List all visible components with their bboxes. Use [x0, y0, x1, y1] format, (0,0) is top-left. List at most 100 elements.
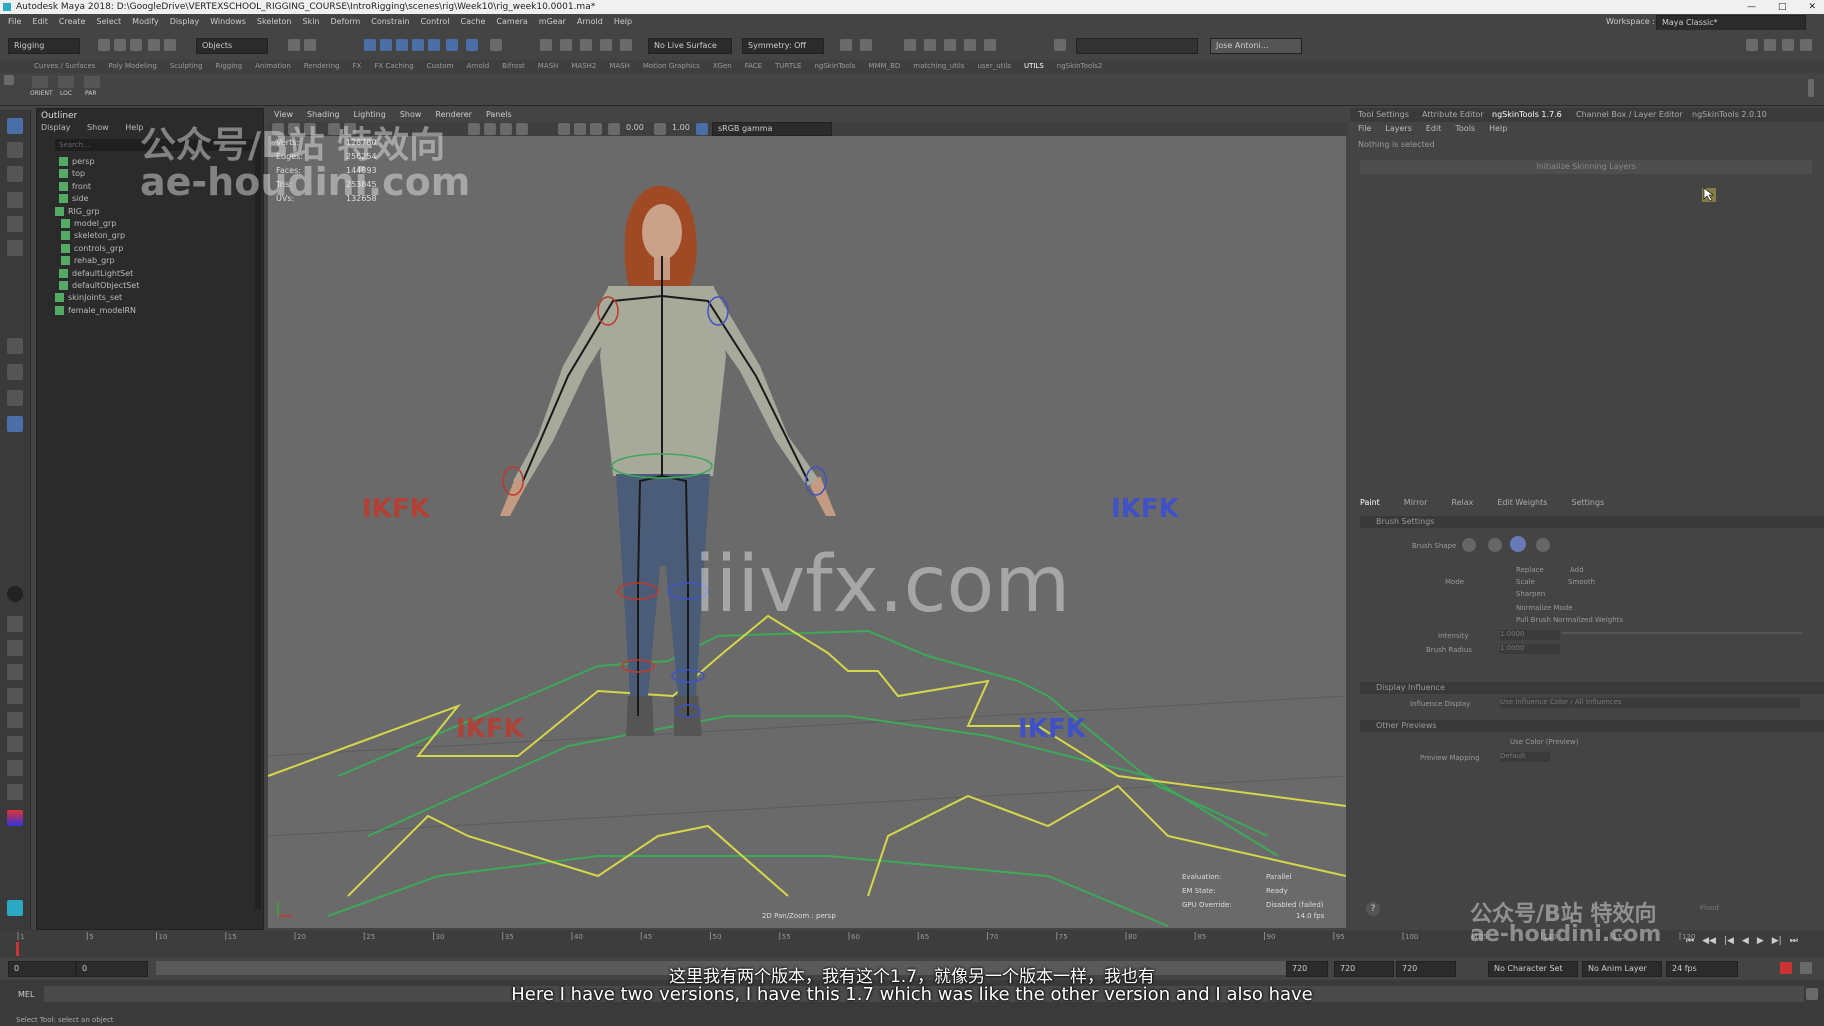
history-icon[interactable] [540, 39, 552, 51]
render-frame-icon[interactable] [560, 39, 572, 51]
snap-point-icon[interactable] [396, 39, 408, 51]
render-view-icon[interactable] [904, 39, 916, 51]
menu-select[interactable]: Select [96, 17, 121, 26]
mode-scale-radio[interactable]: Scale [1516, 578, 1535, 586]
menu-set-select[interactable]: Rigging [8, 38, 80, 54]
outliner-item[interactable]: RIG_grp [55, 205, 100, 218]
four-view-icon[interactable] [7, 364, 23, 380]
persp-outliner-icon[interactable] [7, 390, 23, 406]
intensity-slider[interactable] [1562, 632, 1802, 634]
paint-select-icon[interactable] [7, 166, 23, 182]
brush-radius-field[interactable]: 1.0000 [1500, 644, 1560, 654]
right-panel-tab[interactable]: ngSkinTools 1.7.6 [1492, 110, 1562, 119]
outliner-item[interactable]: model_grp [61, 217, 116, 230]
scale-tool-icon[interactable] [7, 240, 23, 256]
ikfk-label-right-arm[interactable]: IKFK [362, 494, 430, 524]
shelf-tab[interactable]: TURTLE [775, 62, 801, 70]
menu-modify[interactable]: Modify [132, 17, 159, 26]
render-batch-icon[interactable] [944, 39, 956, 51]
shelf-tool-8-icon[interactable] [7, 784, 23, 800]
shelf-scroll-icon[interactable] [1808, 79, 1814, 97]
redo-icon[interactable] [164, 39, 176, 51]
isolate-select-icon[interactable] [558, 123, 570, 135]
outliner-item[interactable]: female_modelRN [55, 304, 136, 317]
shelf-tab[interactable]: Rigging [216, 62, 243, 70]
shelf-tool-6-icon[interactable] [7, 736, 23, 752]
current-frame-marker[interactable] [16, 942, 19, 956]
mode-replace-radio[interactable]: Replace [1450, 566, 1544, 574]
color-palette-icon[interactable] [7, 810, 23, 826]
snap-surface-icon[interactable] [428, 39, 440, 51]
right-panel-tab[interactable]: Channel Box / Layer Editor [1576, 110, 1683, 119]
help-icon[interactable]: ? [1366, 902, 1380, 916]
brush-shape-soft-icon[interactable] [1488, 538, 1502, 552]
attribute-editor-icon[interactable] [1764, 39, 1776, 51]
select-object-icon[interactable] [304, 39, 316, 51]
menu-constrain[interactable]: Constrain [371, 17, 409, 26]
xray-joints-icon[interactable] [590, 123, 602, 135]
menu-mgear[interactable]: mGear [539, 17, 566, 26]
menu-arnold[interactable]: Arnold [577, 17, 603, 26]
outliner-item[interactable]: side [59, 192, 88, 205]
ngskin-subtab[interactable]: Settings [1571, 498, 1604, 507]
lights-icon[interactable] [516, 123, 528, 135]
menu-skeleton[interactable]: Skeleton [257, 17, 292, 26]
outliner-item[interactable]: controls_grp [61, 242, 123, 255]
brush-settings-section[interactable]: Brush Settings [1360, 516, 1824, 528]
ngskin-subtab[interactable]: Mirror [1404, 498, 1428, 507]
shelf-tab[interactable]: Sculpting [170, 62, 203, 70]
menu-control[interactable]: Control [421, 17, 450, 26]
mode-smooth-radio[interactable]: Smooth [1568, 578, 1595, 586]
viewport-persp[interactable]: Verts: 128780 Edges: 256254 Faces: 144893 Tris… [268, 136, 1346, 928]
influence-display-select[interactable]: Use Influence Color / All Influences [1500, 698, 1800, 708]
camera-icon[interactable] [840, 39, 852, 51]
shelf-tab[interactable]: UTILS [1024, 62, 1044, 70]
symmetry-select[interactable]: Symmetry: Off [742, 38, 824, 54]
wireframe-icon[interactable] [468, 123, 480, 135]
shelf-tab[interactable]: MASH [538, 62, 559, 70]
menu-help[interactable]: Help [614, 17, 632, 26]
shelf-tab[interactable]: Curves / Surfaces [34, 62, 95, 70]
mode-add-radio[interactable]: Add [1568, 566, 1584, 574]
menu-skin[interactable]: Skin [303, 17, 320, 26]
colorspace-select[interactable]: sRGB gamma [712, 122, 832, 136]
ngskin-subtab[interactable]: Edit Weights [1497, 498, 1547, 507]
minimize-icon[interactable]: — [1747, 0, 1756, 14]
ngskin-menu-tools[interactable]: Tools [1455, 124, 1475, 133]
par-shelf-button[interactable] [84, 76, 100, 88]
ngskin-menu-help[interactable]: Help [1489, 124, 1507, 133]
smooth-shade-icon[interactable] [484, 123, 496, 135]
mode-sharpen-radio[interactable]: Sharpen [1516, 590, 1545, 598]
outliner-item[interactable]: defaultObjectSet [59, 279, 139, 292]
outliner-item[interactable]: defaultLightSet [59, 267, 133, 280]
shelf-tool-5-icon[interactable] [7, 712, 23, 728]
shelf-tab[interactable]: Poly Modeling [108, 62, 156, 70]
outliner-item[interactable]: top [59, 167, 85, 180]
root-control-yellow[interactable] [268, 614, 1346, 897]
select-hierarchy-icon[interactable] [288, 39, 300, 51]
close-icon[interactable]: ✕ [1808, 0, 1816, 14]
flood-button[interactable]: Flood [1700, 904, 1719, 912]
snap-vertex-icon[interactable] [446, 39, 458, 51]
shelf-tab[interactable]: user_utils [977, 62, 1011, 70]
menu-windows[interactable]: Windows [210, 17, 246, 26]
preview-mapping-select[interactable]: Default [1500, 752, 1550, 762]
outliner-item[interactable]: front [59, 180, 91, 193]
viewport-menu-panels[interactable]: Panels [486, 110, 512, 119]
play-back-icon[interactable]: ◀ [1742, 936, 1749, 946]
shelf-tab[interactable]: FX [353, 62, 362, 70]
ikfk-label-right-leg[interactable]: IKFK [456, 714, 524, 744]
brush-shape-solid-icon[interactable] [1462, 538, 1476, 552]
shelf-tab[interactable]: XGen [713, 62, 732, 70]
lock-icon[interactable] [490, 39, 502, 51]
rotate-tool-icon[interactable] [7, 216, 23, 232]
right-panel-tab[interactable]: ngSkinTools 2.0.10 [1692, 110, 1767, 119]
exposure-value[interactable]: 0.00 [626, 123, 644, 132]
ikfk-label-left-arm[interactable]: IKFK [1111, 494, 1179, 524]
snap-curve-icon[interactable] [380, 39, 392, 51]
select-tool-icon[interactable] [7, 118, 23, 134]
ngskin-subtab[interactable]: Paint [1360, 498, 1380, 507]
shelf-tab[interactable]: ngSkinTools [814, 62, 855, 70]
shelf-tab[interactable]: Arnold [467, 62, 490, 70]
ngskin-menu-layers[interactable]: Layers [1385, 124, 1411, 133]
